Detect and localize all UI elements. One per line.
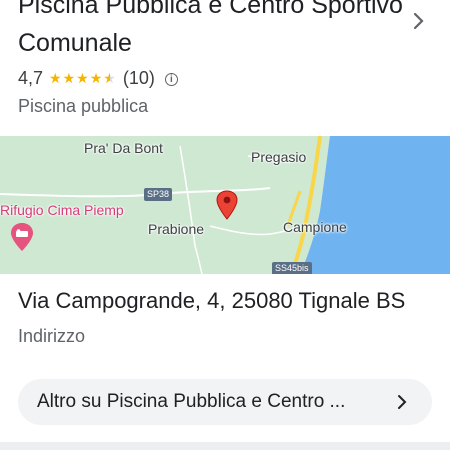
more-about-label: Altro su Piscina Pubblica e Centro ... [37,391,346,412]
chevron-right-icon[interactable] [410,10,428,32]
map-label-pra-da-bont: Pra' Da Bont [84,140,163,156]
star-icon: ★ [76,70,89,86]
section-divider [0,442,450,450]
location-pin-icon[interactable] [216,190,238,220]
rating-row: 4,7 ★ ★ ★ ★ ★ (10) i [18,66,178,90]
place-category: Piscina pubblica [18,96,149,116]
address-label: Indirizzo [18,326,86,346]
map-label-prabione: Prabione [148,221,205,237]
star-icon: ★ [62,70,76,86]
half-star-icon: ★ [103,70,116,86]
star-icon: ★ [89,70,103,86]
map-label-rifugio: Rifugio Cima Piemp [0,202,124,218]
hotel-poi-icon[interactable] [9,222,35,252]
info-icon[interactable]: i [164,73,178,86]
address-value[interactable]: Via Campogrande, 4, 25080 Tignale BS [18,288,405,314]
review-count[interactable]: (10) [123,68,155,89]
more-about-button[interactable]: Altro su Piscina Pubblica e Centro ... [18,379,432,425]
chevron-right-icon [398,395,407,409]
map-label-pregasio: Pregasio [251,149,307,165]
star-rating-icon: ★ ★ ★ ★ ★ [49,71,117,85]
road-badge-sp38: SP38 [144,188,173,201]
star-icon: ★ [49,70,62,86]
road-badge-ss45bis: SS45bis [272,262,312,274]
place-title: Piscina Pubblica e Centro Sportivo Comun… [18,0,403,57]
map-label-campione: Campione [283,219,347,235]
rating-value: 4,7 [18,67,44,88]
